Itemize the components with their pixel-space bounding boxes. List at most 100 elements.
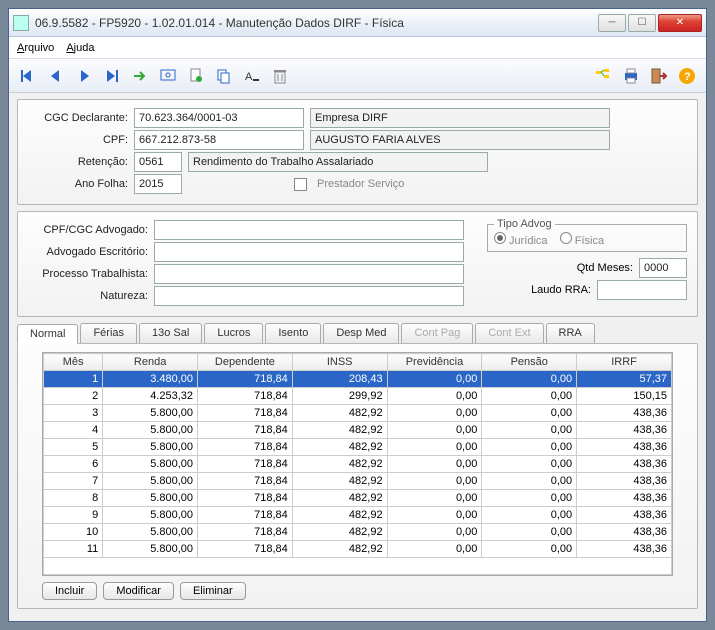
cell[interactable]: 4 (44, 422, 103, 439)
col-prev[interactable]: Previdência (387, 354, 482, 371)
menu-arquivo[interactable]: Arquivo (17, 42, 54, 54)
nav-next-button[interactable] (71, 63, 97, 89)
table-row[interactable]: 95.800,00718,84482,920,000,00438,36 (44, 507, 672, 524)
radio-juridica[interactable] (494, 232, 506, 244)
table-row[interactable]: 65.800,00718,84482,920,000,00438,36 (44, 456, 672, 473)
cell[interactable]: 0,00 (387, 473, 482, 490)
table-row[interactable]: 24.253,32718,84299,920,000,00150,15 (44, 388, 672, 405)
search-button[interactable] (155, 63, 181, 89)
cell[interactable]: 0,00 (482, 473, 577, 490)
goto-button[interactable] (127, 63, 153, 89)
tab-13sal[interactable]: 13o Sal (139, 323, 202, 343)
eliminar-button[interactable]: Eliminar (180, 582, 246, 600)
cell[interactable]: 208,43 (292, 371, 387, 388)
cell[interactable]: 718,84 (198, 541, 293, 558)
tab-ferias[interactable]: Férias (80, 323, 137, 343)
cell[interactable]: 438,36 (577, 473, 672, 490)
adv-cpf-field[interactable] (154, 220, 464, 240)
cell[interactable]: 3 (44, 405, 103, 422)
cell[interactable]: 0,00 (387, 405, 482, 422)
cell[interactable]: 5.800,00 (103, 439, 198, 456)
cell[interactable]: 5.800,00 (103, 422, 198, 439)
incluir-button[interactable]: Incluir (42, 582, 97, 600)
cell[interactable]: 150,15 (577, 388, 672, 405)
nat-field[interactable] (154, 286, 464, 306)
cell[interactable]: 5.800,00 (103, 507, 198, 524)
cell[interactable]: 482,92 (292, 541, 387, 558)
cell[interactable]: 438,36 (577, 405, 672, 422)
maximize-button[interactable]: ☐ (628, 14, 656, 32)
cell[interactable]: 438,36 (577, 490, 672, 507)
cell[interactable]: 299,92 (292, 388, 387, 405)
cell[interactable]: 438,36 (577, 541, 672, 558)
ano-field[interactable] (134, 174, 182, 194)
tab-isento[interactable]: Isento (265, 323, 321, 343)
copy-button[interactable] (211, 63, 237, 89)
retencao-cod-field[interactable] (134, 152, 182, 172)
col-dep[interactable]: Dependente (198, 354, 293, 371)
cell[interactable]: 0,00 (482, 507, 577, 524)
col-renda[interactable]: Renda (103, 354, 198, 371)
cell[interactable]: 0,00 (387, 456, 482, 473)
cell[interactable]: 0,00 (387, 507, 482, 524)
close-button[interactable]: ✕ (658, 14, 702, 32)
table-row[interactable]: 85.800,00718,84482,920,000,00438,36 (44, 490, 672, 507)
minimize-button[interactable]: ─ (598, 14, 626, 32)
cell[interactable]: 482,92 (292, 422, 387, 439)
cell[interactable]: 0,00 (387, 422, 482, 439)
table-row[interactable]: 45.800,00718,84482,920,000,00438,36 (44, 422, 672, 439)
qtd-field[interactable] (639, 258, 687, 278)
cell[interactable]: 438,36 (577, 422, 672, 439)
cell[interactable]: 438,36 (577, 524, 672, 541)
radio-fisica[interactable] (560, 232, 572, 244)
cell[interactable]: 3.480,00 (103, 371, 198, 388)
cell[interactable]: 482,92 (292, 405, 387, 422)
col-mes[interactable]: Mês (44, 354, 103, 371)
col-irrf[interactable]: IRRF (577, 354, 672, 371)
cell[interactable]: 0,00 (482, 388, 577, 405)
cell[interactable]: 718,84 (198, 524, 293, 541)
cell[interactable]: 5.800,00 (103, 524, 198, 541)
tree-button[interactable] (590, 63, 616, 89)
help-button[interactable]: ? (674, 63, 700, 89)
new-button[interactable] (183, 63, 209, 89)
cpf-field[interactable] (134, 130, 304, 150)
cell[interactable]: 0,00 (387, 439, 482, 456)
cell[interactable]: 0,00 (482, 490, 577, 507)
cell[interactable]: 718,84 (198, 490, 293, 507)
cell[interactable]: 718,84 (198, 439, 293, 456)
cell[interactable]: 718,84 (198, 507, 293, 524)
cell[interactable]: 8 (44, 490, 103, 507)
tab-rra[interactable]: RRA (546, 323, 595, 343)
table-row[interactable]: 75.800,00718,84482,920,000,00438,36 (44, 473, 672, 490)
cell[interactable]: 2 (44, 388, 103, 405)
tab-contpag[interactable]: Cont Pag (401, 323, 473, 343)
cell[interactable]: 718,84 (198, 473, 293, 490)
cell[interactable]: 718,84 (198, 371, 293, 388)
cell[interactable]: 482,92 (292, 439, 387, 456)
cell[interactable]: 1 (44, 371, 103, 388)
nav-prev-button[interactable] (43, 63, 69, 89)
tab-despmed[interactable]: Desp Med (323, 323, 399, 343)
cell[interactable]: 718,84 (198, 422, 293, 439)
cell[interactable]: 482,92 (292, 507, 387, 524)
tab-normal[interactable]: Normal (17, 324, 78, 344)
col-pens[interactable]: Pensão (482, 354, 577, 371)
nav-first-button[interactable] (15, 63, 41, 89)
cell[interactable]: 482,92 (292, 490, 387, 507)
nav-last-button[interactable] (99, 63, 125, 89)
cell[interactable]: 0,00 (387, 388, 482, 405)
cell[interactable]: 0,00 (482, 371, 577, 388)
cell[interactable]: 11 (44, 541, 103, 558)
exit-button[interactable] (646, 63, 672, 89)
cell[interactable]: 5.800,00 (103, 473, 198, 490)
cell[interactable]: 4.253,32 (103, 388, 198, 405)
prestador-checkbox[interactable] (294, 178, 307, 191)
cell[interactable]: 718,84 (198, 456, 293, 473)
cell[interactable]: 0,00 (482, 422, 577, 439)
table-row[interactable]: 105.800,00718,84482,920,000,00438,36 (44, 524, 672, 541)
delete-button[interactable] (267, 63, 293, 89)
table-row[interactable]: 35.800,00718,84482,920,000,00438,36 (44, 405, 672, 422)
cell[interactable]: 438,36 (577, 507, 672, 524)
cell[interactable]: 0,00 (387, 541, 482, 558)
